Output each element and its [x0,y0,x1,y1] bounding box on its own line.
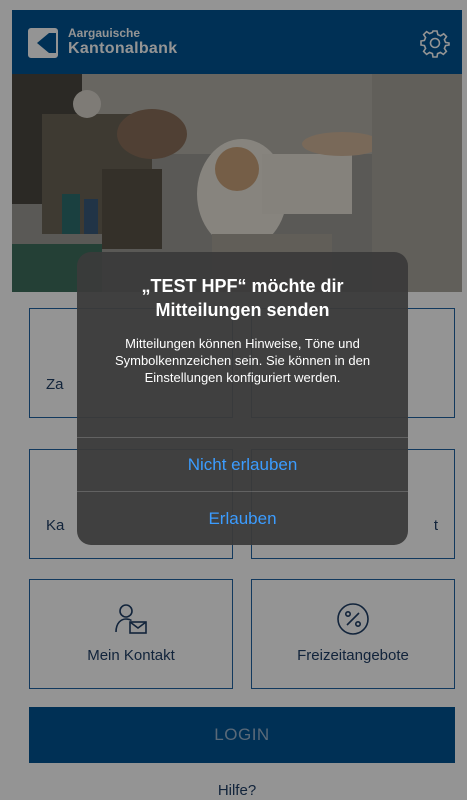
alert-message: Mitteilungen können Hinweise, Töne und S… [114,336,371,385]
allow-button[interactable]: Erlauben [77,492,408,545]
deny-button[interactable]: Nicht erlauben [77,438,408,492]
notification-permission-alert: „TEST HPF“ möchte dir Mitteilungen sende… [77,252,408,545]
alert-title: „TEST HPF“ möchte dir Mitteilungen sende… [141,276,344,320]
